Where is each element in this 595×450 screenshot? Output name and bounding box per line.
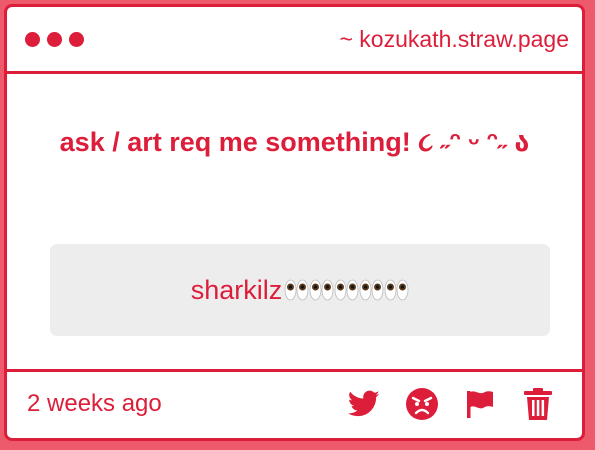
trash-icon bbox=[524, 388, 552, 420]
window-dot-3 bbox=[69, 32, 84, 47]
title-bar: ~ kozukath.straw.page bbox=[7, 7, 582, 74]
timestamp: 2 weeks ago bbox=[27, 390, 162, 417]
eyes-emoji-icon bbox=[334, 279, 359, 301]
eyes-emoji-icon bbox=[359, 279, 384, 301]
answer-text: sharkilz bbox=[190, 274, 283, 305]
angry-face-icon bbox=[406, 388, 438, 420]
window-dots bbox=[25, 32, 84, 47]
site-link[interactable]: ~ kozukath.straw.page bbox=[339, 26, 569, 53]
flag-icon bbox=[467, 391, 493, 418]
card-footer: 2 weeks ago bbox=[7, 369, 582, 438]
delete-button[interactable] bbox=[520, 386, 556, 422]
question-text: ask / art req me something! ૮ ˶ᵔ ᵕ ᵔ˶ ა bbox=[59, 127, 530, 157]
window-dot-1 bbox=[25, 32, 40, 47]
eyes-emoji-row bbox=[284, 276, 409, 304]
eyes-emoji-icon bbox=[384, 279, 409, 301]
twitter-share-button[interactable] bbox=[346, 386, 382, 422]
answer-box: sharkilz bbox=[50, 244, 550, 336]
report-angry-button[interactable] bbox=[404, 386, 440, 422]
question-card: ~ kozukath.straw.page ask / art req me s… bbox=[4, 4, 585, 441]
action-bar bbox=[346, 386, 556, 422]
flag-button[interactable] bbox=[462, 386, 498, 422]
eyes-emoji-icon bbox=[309, 279, 334, 301]
eyes-emoji-icon bbox=[284, 279, 309, 301]
twitter-bird-icon bbox=[348, 390, 380, 417]
window-dot-2 bbox=[47, 32, 62, 47]
